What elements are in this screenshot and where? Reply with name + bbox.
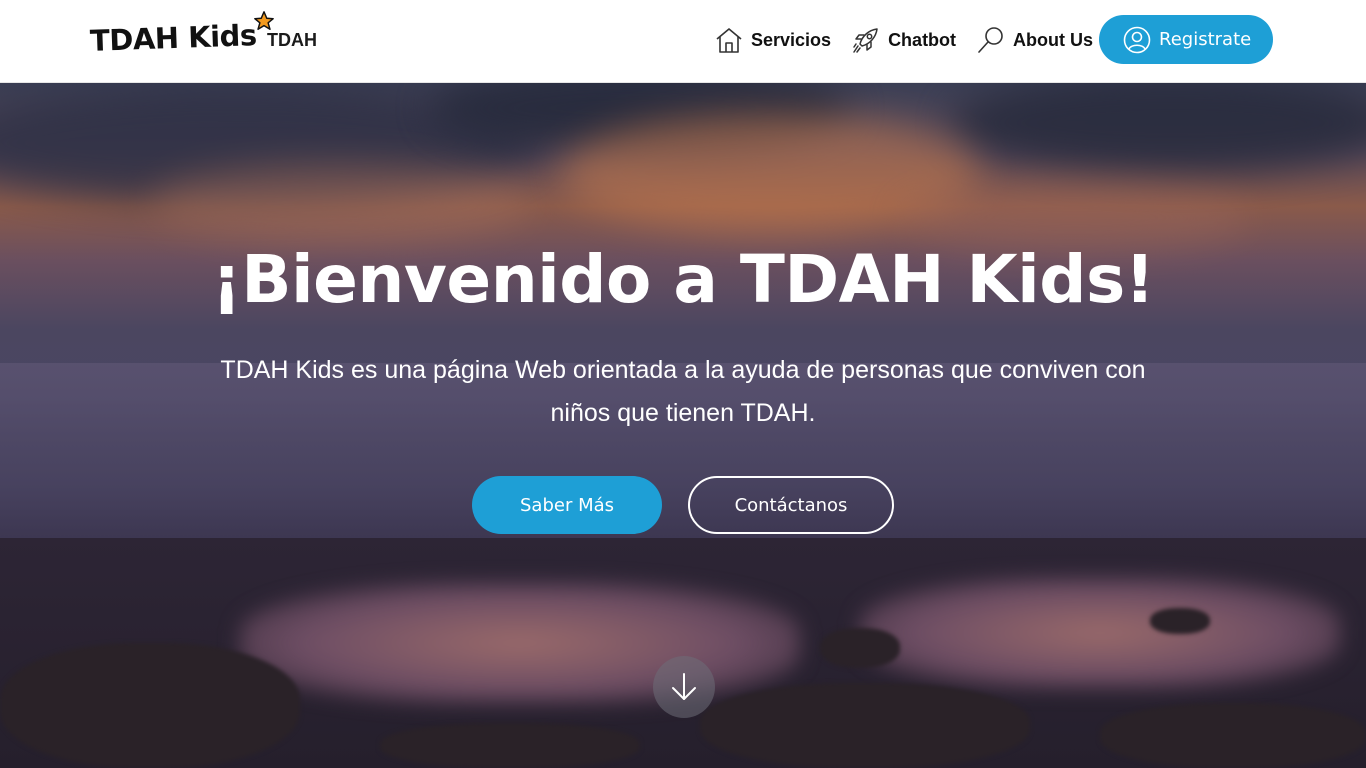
rock-shape [0, 643, 300, 768]
hero-title: ¡Bienvenido a TDAH Kids! [211, 241, 1155, 318]
hero-section: ¡Bienvenido a TDAH Kids! TDAH Kids es un… [0, 83, 1366, 768]
rock-shape [700, 683, 1030, 768]
hero-description: TDAH Kids es una página Web orientada a … [220, 356, 1146, 427]
rock-shape [820, 628, 900, 668]
rock-shape [1150, 608, 1210, 634]
site-header: TDAH Kids TDAH Servicios Chatbot About U… [0, 0, 1366, 83]
rock-shape [380, 723, 640, 768]
search-icon [976, 25, 1006, 55]
nav-label: Chatbot [888, 29, 957, 50]
rock-shape [1100, 703, 1366, 768]
user-icon [1123, 26, 1151, 54]
water-reflection [860, 578, 1340, 688]
nav-item-servicios[interactable]: Servicios [714, 25, 831, 55]
register-label: Registrate [1159, 29, 1252, 50]
logo-text: TDAH Kids [89, 18, 258, 58]
nav-label: Servicios [751, 29, 832, 50]
home-icon [714, 25, 744, 55]
nav-item-about-us[interactable]: About Us [976, 25, 1093, 55]
rocket-icon [851, 25, 881, 55]
cloud-shape [950, 83, 1366, 173]
saber-mas-button[interactable]: Saber Más [472, 476, 662, 534]
logo[interactable]: TDAH Kids [89, 11, 275, 58]
register-button[interactable]: Registrate [1099, 15, 1273, 64]
main-nav: Servicios Chatbot About Us [714, 22, 1113, 58]
sunset-glow [150, 163, 530, 243]
nav-label: About Us [1013, 29, 1094, 50]
brand-subtitle[interactable]: TDAH [267, 30, 317, 51]
nav-item-chatbot[interactable]: Chatbot [851, 25, 956, 55]
scroll-down-button[interactable] [653, 656, 715, 718]
contactanos-button[interactable]: Contáctanos [688, 476, 894, 534]
water-reflection [240, 583, 800, 703]
arrow-down-icon [672, 673, 696, 700]
